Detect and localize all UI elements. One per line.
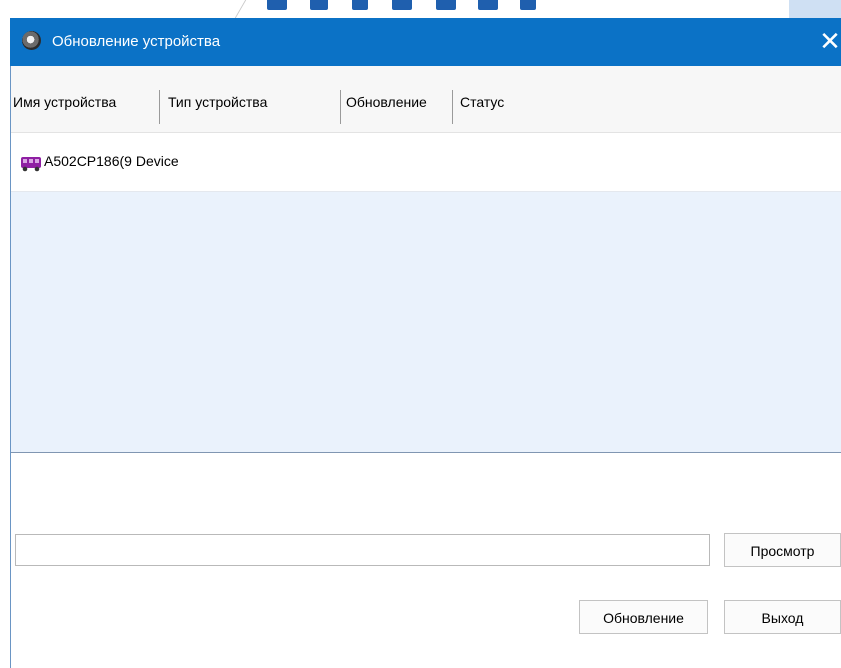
device-update-dialog: Обновление устройства ✕ Имя устройства Т…: [10, 18, 841, 668]
background-toolbar-icon: [436, 0, 456, 10]
background-window-strip: [0, 0, 841, 18]
device-name: А502СР186(9 Device: [44, 153, 179, 169]
background-toolbar-icon: [392, 0, 412, 10]
background-toolbar-icon: [310, 0, 328, 10]
close-icon[interactable]: ✕: [819, 22, 841, 60]
titlebar: Обновление устройства ✕: [10, 18, 841, 66]
background-toolbar-icon: [267, 0, 287, 10]
column-header-device-type[interactable]: Тип устройства: [168, 66, 267, 132]
column-separator[interactable]: [159, 90, 160, 124]
background-panel: [789, 0, 841, 18]
list-item[interactable]: А502СР186(9 Device: [11, 133, 841, 192]
window-title: Обновление устройства: [52, 33, 221, 50]
browse-button[interactable]: Просмотр: [724, 533, 841, 567]
background-toolbar-icon: [478, 0, 498, 10]
app-icon: [22, 31, 41, 50]
background-toolbar-icon: [520, 0, 536, 10]
column-separator[interactable]: [340, 90, 341, 124]
list-header: Имя устройства Тип устройства Обновление…: [11, 66, 841, 133]
column-header-device-name[interactable]: Имя устройства: [13, 66, 116, 132]
exit-button[interactable]: Выход: [724, 600, 841, 634]
file-path-input[interactable]: [15, 534, 710, 566]
background-divider: [184, 0, 247, 18]
update-button[interactable]: Обновление: [579, 600, 708, 634]
bus-icon: [21, 157, 41, 172]
column-header-update[interactable]: Обновление: [346, 66, 427, 132]
background-toolbar-icon: [352, 0, 368, 10]
column-header-status[interactable]: Статус: [460, 66, 504, 132]
column-separator[interactable]: [452, 90, 453, 124]
device-list[interactable]: А502СР186(9 Device: [11, 133, 841, 453]
